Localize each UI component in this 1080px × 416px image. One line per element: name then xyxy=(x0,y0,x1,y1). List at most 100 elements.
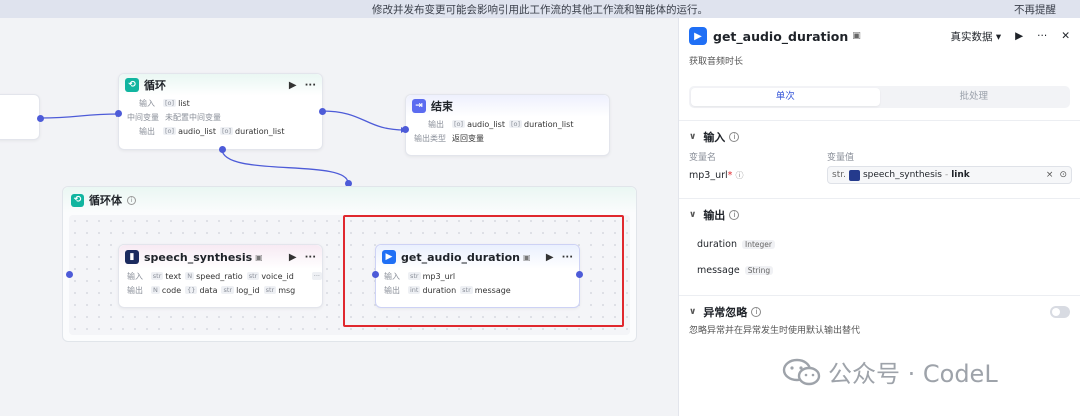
run-icon[interactable]: ▶ xyxy=(289,252,297,263)
output-label: 输出 xyxy=(428,119,444,129)
speech-output-var: code xyxy=(161,285,182,295)
watermark: 公众号 · CodeL xyxy=(782,354,998,389)
output-port[interactable] xyxy=(319,108,326,115)
value-ref-field: link xyxy=(951,170,970,180)
plugin-icon: ▶ xyxy=(689,27,707,45)
output-var-row: message String xyxy=(679,257,1080,283)
input-port[interactable] xyxy=(402,126,409,133)
var-value-field[interactable]: str. speech_synthesis - link × ⊙ xyxy=(827,166,1072,184)
edge-start-loop xyxy=(39,113,121,119)
notice-banner: 修改并发布变更可能会影响引用此工作流的其他工作流和智能体的运行。 不再提醒 xyxy=(0,0,1080,18)
value-ref-sep: - xyxy=(944,170,949,180)
highlight-box xyxy=(343,215,624,327)
end-output-var: duration_list xyxy=(524,119,574,129)
chevron-down-icon[interactable]: ∨ xyxy=(689,307,696,317)
output-label: 输出 xyxy=(127,285,143,295)
loop-input-var: list xyxy=(178,98,190,108)
speech-output-var: msg xyxy=(278,285,296,295)
plugin-icon xyxy=(848,169,860,181)
col-var-value: 变量值 xyxy=(827,152,855,163)
input-section-title: 输入 xyxy=(703,131,726,144)
panel-title: get_audio_duration xyxy=(713,28,849,44)
info-icon[interactable]: i xyxy=(751,307,762,317)
data-mode-dropdown[interactable]: 真实数据 ▾ xyxy=(950,29,1001,44)
input-label: 输入 xyxy=(127,271,143,281)
info-icon[interactable]: i xyxy=(729,132,740,142)
speech-input-var: text xyxy=(165,271,182,281)
plugin-badge-icon: ▣ xyxy=(255,252,263,262)
output-var-name: duration xyxy=(697,238,737,250)
more-icon[interactable]: ··· xyxy=(1037,30,1047,42)
info-icon[interactable]: i xyxy=(729,210,740,220)
close-icon[interactable]: ✕ xyxy=(1061,30,1070,42)
loop-icon: ⟲ xyxy=(71,193,84,207)
output-var-type: Integer xyxy=(741,239,775,249)
output-var-type: String xyxy=(744,265,774,275)
chevron-down-icon[interactable]: ∨ xyxy=(689,210,696,220)
loop-node-header: ⟲ 循环 ▶ ··· xyxy=(119,74,322,96)
more-icon[interactable]: ··· xyxy=(305,252,316,263)
speech-output-var: log_id xyxy=(236,285,260,295)
value-type: str. xyxy=(832,170,846,180)
end-node[interactable]: ⇥ 结束 输出 [o] audio_list [o] duration_list 输… xyxy=(405,94,610,156)
loop-port[interactable] xyxy=(219,146,226,153)
output-port[interactable] xyxy=(37,115,44,122)
value-ref-node: speech_synthesis xyxy=(862,170,942,180)
dismiss-notice-button[interactable]: 不再提醒 xyxy=(1014,2,1056,17)
input-var-row: mp3_url* ⓘ str. speech_synthesis - link … xyxy=(679,164,1080,186)
var-name: mp3_url xyxy=(689,169,728,181)
speech-node-title: speech_synthesis xyxy=(144,250,253,264)
workflow-canvas[interactable]: ⟲ 循环 ▶ ··· 输入 [o] list 中间变量 未配置中间变量 输出 [o] au… xyxy=(0,18,678,416)
end-output-var: audio_list xyxy=(467,119,505,129)
output-var-row: duration Integer xyxy=(679,231,1080,257)
speech-node-header: ▮ speech_synthesis ▣ ▶ ··· xyxy=(119,245,322,269)
output-label: 输出 xyxy=(139,126,155,136)
mid-var-label: 中间变量 xyxy=(127,112,159,122)
info-icon[interactable]: ⓘ xyxy=(735,171,743,180)
run-mode-tabs: 单次 批处理 xyxy=(689,86,1070,108)
edge-loop-end xyxy=(321,110,406,131)
input-section-header[interactable]: ∨ 输入 i xyxy=(679,126,1080,148)
chevron-down-icon[interactable]: ∨ xyxy=(689,132,696,142)
settings-icon[interactable]: ⊙ xyxy=(1059,170,1067,180)
more-icon[interactable]: ··· xyxy=(305,80,316,91)
output-type-value: 返回变量 xyxy=(452,133,484,143)
watermark-text: 公众号 · CodeL xyxy=(828,360,998,388)
exception-section-title: 异常忽略 xyxy=(703,306,748,319)
loop-output-var: audio_list xyxy=(178,126,216,136)
input-port[interactable] xyxy=(115,110,122,117)
output-section-header[interactable]: ∨ 输出 i xyxy=(679,204,1080,226)
exception-description: 忽略异常并在异常发生时使用默认输出替代 xyxy=(689,326,861,336)
plugin-badge-icon: ▣ xyxy=(852,31,861,41)
loop-node-title: 循环 xyxy=(144,79,166,92)
panel-description: 获取音频时长 xyxy=(689,57,744,67)
run-icon[interactable]: ▶ xyxy=(1015,30,1023,42)
run-icon[interactable]: ▶ xyxy=(289,80,297,91)
tab-single[interactable]: 单次 xyxy=(691,88,880,106)
start-node[interactable] xyxy=(0,94,40,140)
wechat-logo-icon xyxy=(782,357,822,387)
input-label: 输入 xyxy=(139,98,155,108)
loop-body-title: 循环体 xyxy=(89,194,122,207)
notice-text: 修改并发布变更可能会影响引用此工作流的其他工作流和智能体的运行。 xyxy=(372,3,708,16)
output-var-name: message xyxy=(697,264,740,276)
speech-synthesis-node[interactable]: ▮ speech_synthesis ▣ ▶ ··· 输入 str text Nsp… xyxy=(118,244,323,308)
col-var-name: 变量名 xyxy=(689,152,717,163)
output-port[interactable] xyxy=(66,271,73,278)
loop-icon: ⟲ xyxy=(125,78,139,92)
speech-output-var: data xyxy=(199,285,218,295)
loop-output-var: duration_list xyxy=(235,126,285,136)
loop-node[interactable]: ⟲ 循环 ▶ ··· 输入 [o] list 中间变量 未配置中间变量 输出 [o] au… xyxy=(118,73,323,150)
exception-section-header[interactable]: ∨ 异常忽略 i xyxy=(679,301,1080,323)
edge-loop-body xyxy=(221,148,349,184)
info-icon[interactable]: i xyxy=(127,195,136,205)
tab-batch[interactable]: 批处理 xyxy=(880,88,1069,106)
loop-body-header: ⟲ 循环体 i xyxy=(63,187,636,213)
output-section-title: 输出 xyxy=(703,209,726,222)
speech-input-var: speed_ratio xyxy=(196,271,243,281)
output-type-label: 输出类型 xyxy=(414,133,446,143)
clear-icon[interactable]: × xyxy=(1046,170,1054,180)
mid-var-value: 未配置中间变量 xyxy=(165,112,221,122)
plugin-icon: ▮ xyxy=(125,250,139,264)
exception-toggle[interactable] xyxy=(1050,306,1070,318)
